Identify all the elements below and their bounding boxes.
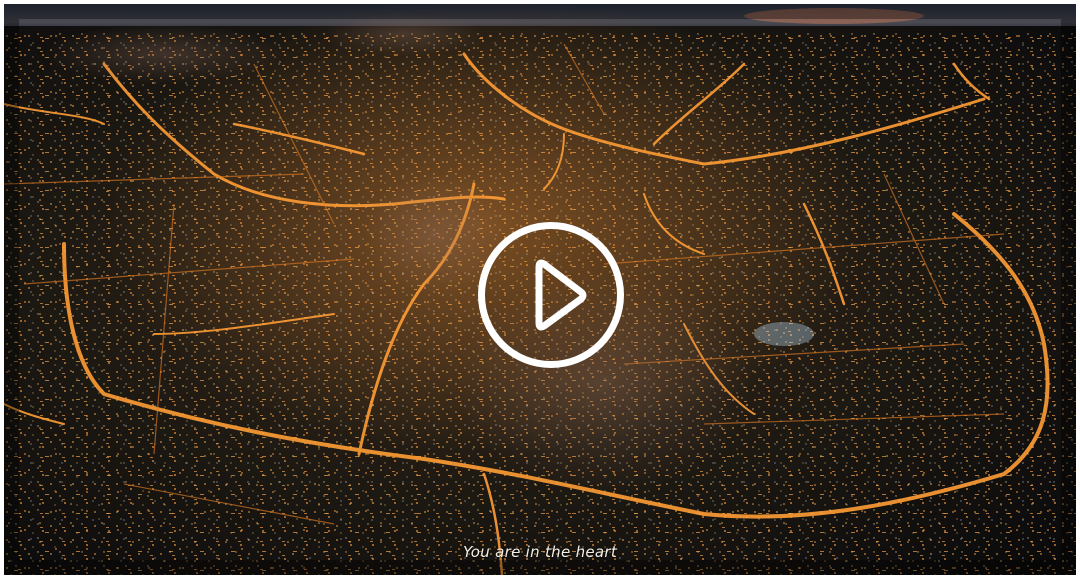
video-player[interactable]: You are in the heart	[4, 4, 1076, 575]
play-icon	[535, 259, 587, 331]
video-subtitle: You are in the heart	[462, 543, 618, 561]
play-button[interactable]	[478, 222, 624, 368]
